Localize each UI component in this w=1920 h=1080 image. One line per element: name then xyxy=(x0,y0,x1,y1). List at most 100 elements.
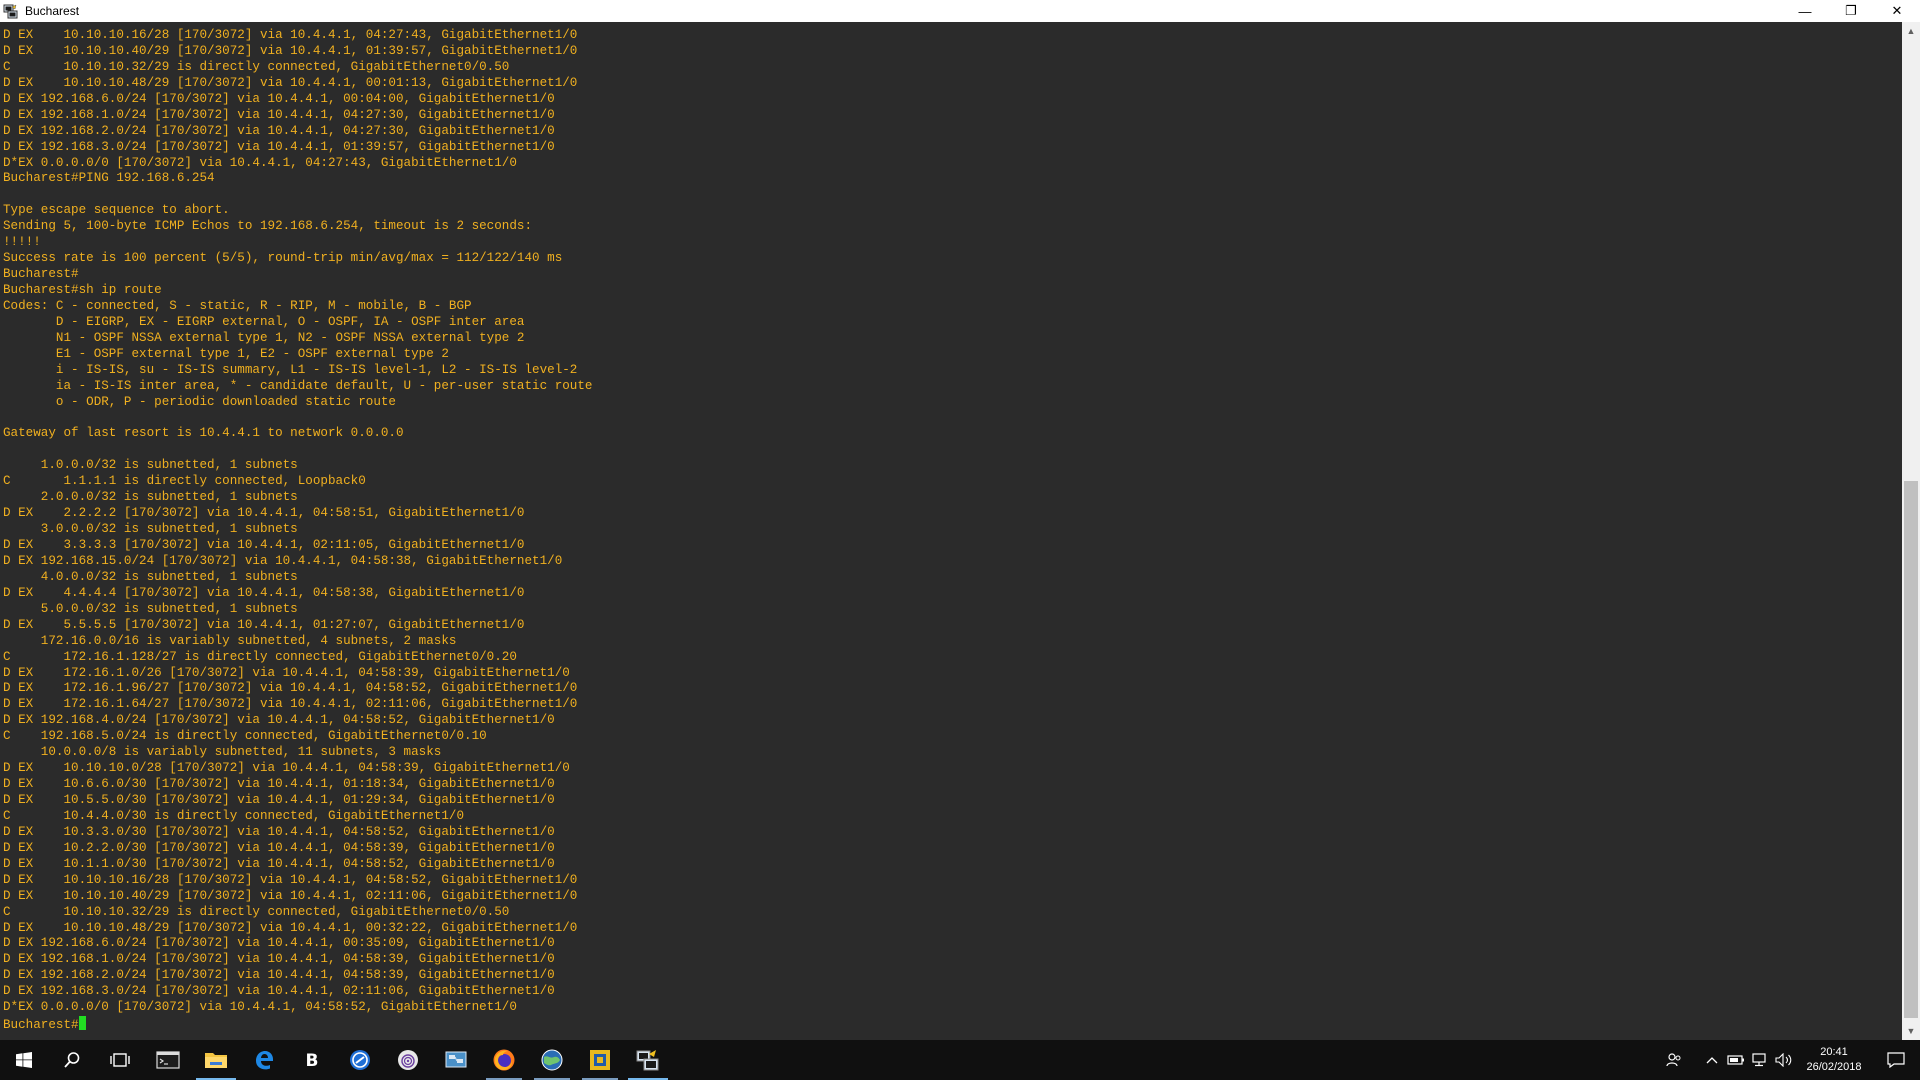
terminal-line: D EX 10.10.10.48/29 [170/3072] via 10.4.… xyxy=(3,75,578,90)
terminal-line: N1 - OSPF NSSA external type 1, N2 - OSP… xyxy=(3,330,525,345)
network-icon[interactable] xyxy=(1748,1040,1772,1080)
network-app-icon xyxy=(445,1051,467,1068)
terminal-line: C 1.1.1.1 is directly connected, Loopbac… xyxy=(3,474,366,489)
taskbar-edge[interactable] xyxy=(240,1040,288,1080)
terminal-line: D EX 192.168.1.0/24 [170/3072] via 10.4.… xyxy=(3,952,555,967)
people-icon[interactable] xyxy=(1662,1040,1686,1080)
system-tray: 20:41 26/02/2018 xyxy=(1662,1040,1920,1080)
taskbar-file-explorer[interactable] xyxy=(192,1040,240,1080)
terminal-line: D EX 10.10.10.40/29 [170/3072] via 10.4.… xyxy=(3,43,578,58)
yellow-app-icon xyxy=(590,1050,610,1070)
taskbar-firefox[interactable] xyxy=(480,1040,528,1080)
terminal-line: D EX 192.168.15.0/24 [170/3072] via 10.4… xyxy=(3,553,563,568)
battery-icon[interactable] xyxy=(1724,1040,1748,1080)
terminal-line: D EX 192.168.6.0/24 [170/3072] via 10.4.… xyxy=(3,936,555,951)
edge-icon xyxy=(256,1051,273,1070)
terminal-line: o - ODR, P - periodic downloaded static … xyxy=(3,394,396,409)
terminal-line: D - EIGRP, EX - EIGRP external, O - OSPF… xyxy=(3,314,525,329)
taskbar-app-globe[interactable] xyxy=(528,1040,576,1080)
search-icon xyxy=(64,1052,80,1068)
terminal-line: D EX 4.4.4.4 [170/3072] via 10.4.4.1, 04… xyxy=(3,585,525,600)
terminal-prompt: Bucharest# xyxy=(3,1018,79,1033)
terminal-line: C 10.10.10.32/29 is directly connected, … xyxy=(3,904,510,919)
terminal-line: 3.0.0.0/32 is subnetted, 1 subnets xyxy=(3,522,298,537)
terminal-line: E1 - OSPF external type 1, E2 - OSPF ext… xyxy=(3,346,449,361)
terminal-line: Bucharest#PING 192.168.6.254 xyxy=(3,171,215,186)
window-title: Bucharest xyxy=(25,4,80,18)
terminal-line: D EX 10.10.10.48/29 [170/3072] via 10.4.… xyxy=(3,920,578,935)
terminal-line: D EX 172.16.1.96/27 [170/3072] via 10.4.… xyxy=(3,681,578,696)
terminal-line: D EX 10.3.3.0/30 [170/3072] via 10.4.4.1… xyxy=(3,824,555,839)
terminal-line: D*EX 0.0.0.0/0 [170/3072] via 10.4.4.1, … xyxy=(3,155,517,170)
terminal-line: Bucharest# xyxy=(3,267,79,282)
terminal-line: D EX 2.2.2.2 [170/3072] via 10.4.4.1, 04… xyxy=(3,506,525,521)
folder-icon xyxy=(205,1053,227,1068)
minimize-button[interactable]: — xyxy=(1782,0,1828,22)
b-app-icon: B xyxy=(306,1051,319,1070)
clock[interactable]: 20:41 26/02/2018 xyxy=(1796,1040,1872,1080)
terminal-line: D*EX 0.0.0.0/0 [170/3072] via 10.4.4.1, … xyxy=(3,1000,517,1015)
terminal-line: D EX 10.1.1.0/30 [170/3072] via 10.4.4.1… xyxy=(3,856,555,871)
terminal-line: i - IS-IS, su - IS-IS summary, L1 - IS-I… xyxy=(3,362,578,377)
terminal-line: D EX 10.10.10.0/28 [170/3072] via 10.4.4… xyxy=(3,761,570,776)
scrollbar-thumb[interactable] xyxy=(1904,481,1918,1018)
terminal-icon xyxy=(156,1051,180,1069)
action-center-button[interactable] xyxy=(1872,1040,1920,1080)
terminal-line: D EX 172.16.1.64/27 [170/3072] via 10.4.… xyxy=(3,697,578,712)
close-button[interactable]: ✕ xyxy=(1874,0,1920,22)
start-button[interactable] xyxy=(0,1040,48,1080)
terminal-line: D EX 192.168.1.0/24 [170/3072] via 10.4.… xyxy=(3,107,555,122)
vertical-scrollbar[interactable]: ▲ ▼ xyxy=(1902,22,1920,1040)
taskbar-app-yellow[interactable] xyxy=(576,1040,624,1080)
notification-icon xyxy=(1887,1052,1905,1068)
taskbar: B 20:41 26/02/2018 xyxy=(0,1040,1920,1080)
terminal-line: Success rate is 100 percent (5/5), round… xyxy=(3,251,563,266)
terminal-line: D EX 10.10.10.16/28 [170/3072] via 10.4.… xyxy=(3,872,578,887)
terminal-line: D EX 10.10.10.40/29 [170/3072] via 10.4.… xyxy=(3,888,578,903)
chevron-up-icon[interactable] xyxy=(1700,1040,1724,1080)
onion-app-icon xyxy=(398,1050,418,1070)
putty-icon xyxy=(3,3,19,19)
scroll-up-icon[interactable]: ▲ xyxy=(1902,22,1920,40)
taskbar-app-tor[interactable] xyxy=(384,1040,432,1080)
terminal-line: 4.0.0.0/32 is subnetted, 1 subnets xyxy=(3,569,298,584)
clock-time: 20:41 xyxy=(1820,1046,1848,1058)
terminal-line: D EX 172.16.1.0/26 [170/3072] via 10.4.4… xyxy=(3,665,570,680)
task-view-icon xyxy=(110,1053,130,1067)
search-button[interactable] xyxy=(48,1040,96,1080)
globe-app-icon xyxy=(541,1049,563,1071)
title-bar[interactable]: Bucharest — ❐ ✕ xyxy=(0,0,1920,22)
terminal-line: 5.0.0.0/32 is subnetted, 1 subnets xyxy=(3,601,298,616)
terminal-cursor xyxy=(78,1016,86,1031)
terminal-line: Type escape sequence to abort. xyxy=(3,203,230,218)
terminal-line: D EX 192.168.4.0/24 [170/3072] via 10.4.… xyxy=(3,713,555,728)
volume-icon[interactable] xyxy=(1772,1040,1796,1080)
firefox-icon xyxy=(493,1049,515,1071)
terminal-line: Codes: C - connected, S - static, R - RI… xyxy=(3,298,472,313)
window-controls: — ❐ ✕ xyxy=(1782,0,1920,22)
terminal-line: D EX 10.6.6.0/30 [170/3072] via 10.4.4.1… xyxy=(3,777,555,792)
terminal-line: D EX 192.168.6.0/24 [170/3072] via 10.4.… xyxy=(3,91,555,106)
terminal-line: !!!!! xyxy=(3,235,41,250)
terminal-line: C 10.10.10.32/29 is directly connected, … xyxy=(3,59,510,74)
svg-text:B: B xyxy=(306,1051,319,1070)
terminal-line: D EX 192.168.2.0/24 [170/3072] via 10.4.… xyxy=(3,123,555,138)
taskbar-app-b[interactable]: B xyxy=(288,1040,336,1080)
taskbar-terminal[interactable] xyxy=(144,1040,192,1080)
terminal-output[interactable]: D EX 10.10.10.16/28 [170/3072] via 10.4.… xyxy=(0,22,1902,1040)
terminal-line: D EX 192.168.3.0/24 [170/3072] via 10.4.… xyxy=(3,139,555,154)
restore-button[interactable]: ❐ xyxy=(1828,0,1874,22)
terminal-line: 172.16.0.0/16 is variably subnetted, 4 s… xyxy=(3,633,457,648)
terminal-prompt-line: Bucharest# xyxy=(3,1016,1902,1032)
windows-logo-icon xyxy=(16,1052,32,1068)
taskbar-putty[interactable] xyxy=(624,1040,672,1080)
task-view-button[interactable] xyxy=(96,1040,144,1080)
terminal-line: ia - IS-IS inter area, * - candidate def… xyxy=(3,378,593,393)
taskbar-app-network[interactable] xyxy=(432,1040,480,1080)
terminal-line: C 10.4.4.0/30 is directly connected, Gig… xyxy=(3,808,465,823)
scroll-down-icon[interactable]: ▼ xyxy=(1902,1022,1920,1040)
taskbar-app-blue[interactable] xyxy=(336,1040,384,1080)
